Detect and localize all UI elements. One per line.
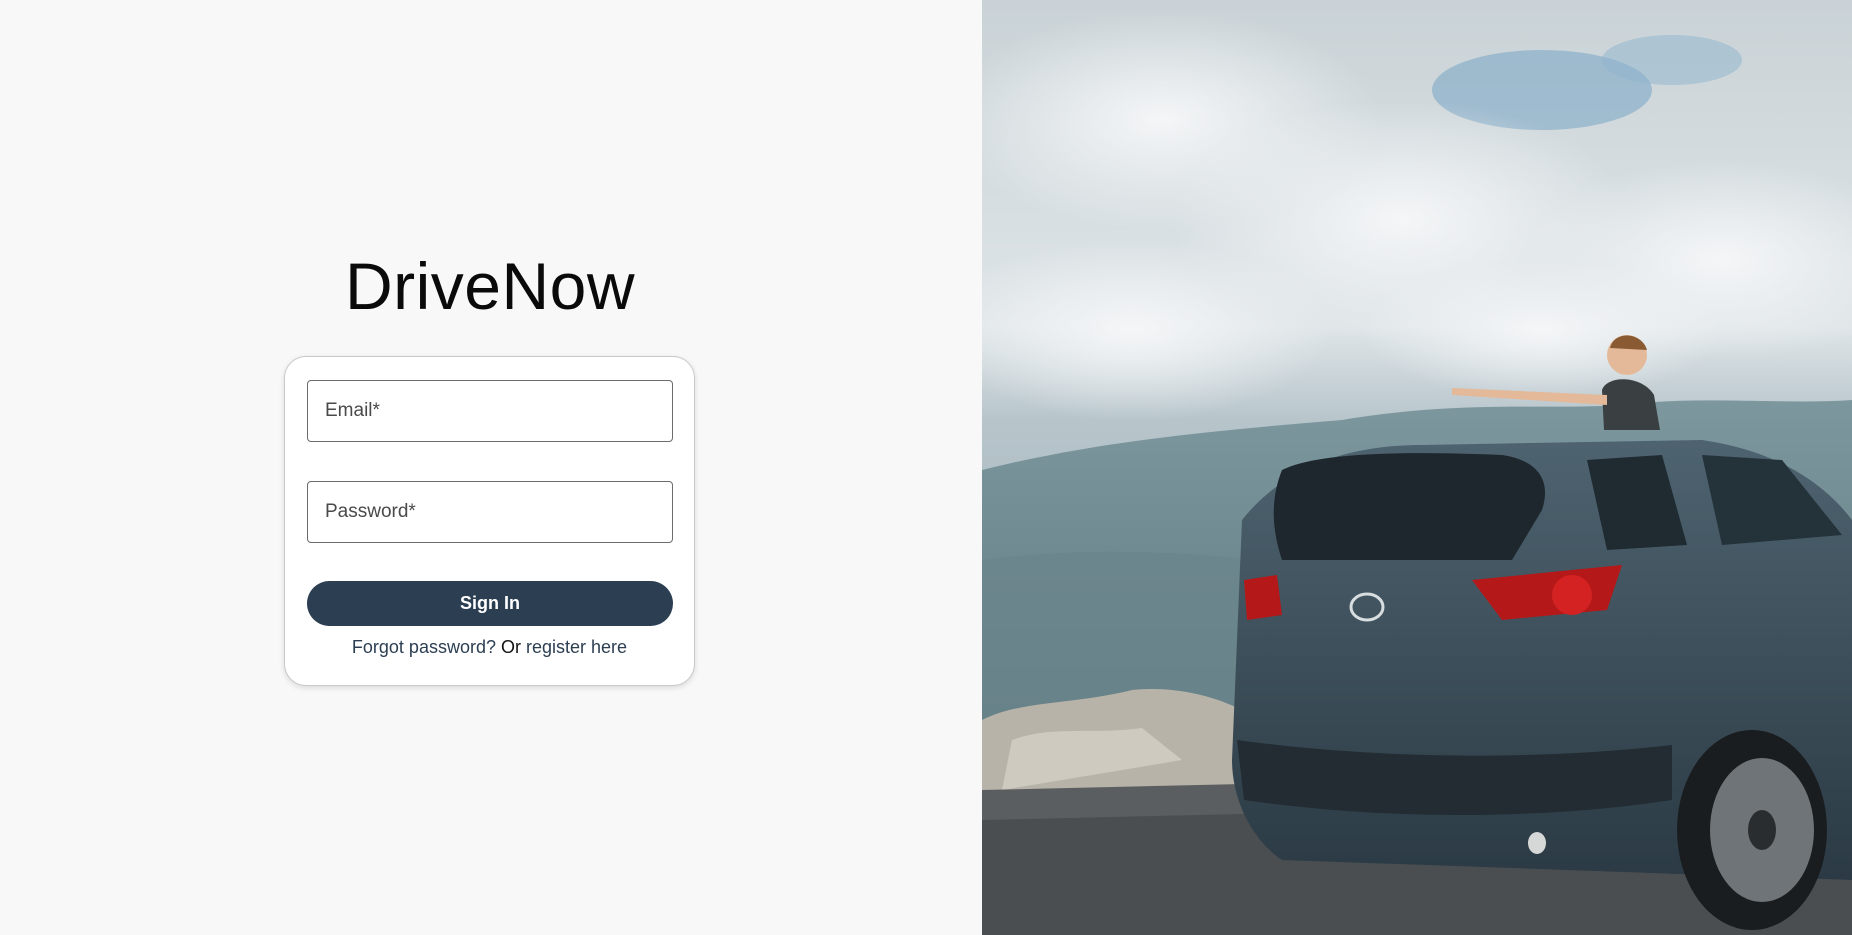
hero-image [982,0,1852,935]
email-field[interactable] [308,381,672,441]
password-field[interactable] [308,482,672,542]
car-on-mountain-photo [982,0,1852,935]
sign-in-button[interactable]: Sign In [307,581,673,626]
auth-links: Forgot password? Or register here [285,637,694,658]
or-text: Or [501,637,521,657]
email-field-container [307,380,673,442]
forgot-password-link[interactable]: Forgot password? [352,637,496,657]
brand-title: DriveNow [344,249,636,323]
login-card: Sign In Forgot password? Or register her… [284,356,695,686]
register-link[interactable]: register here [526,637,627,657]
password-field-container [307,481,673,543]
login-pane: DriveNow Sign In Forgot password? Or reg… [0,0,982,935]
